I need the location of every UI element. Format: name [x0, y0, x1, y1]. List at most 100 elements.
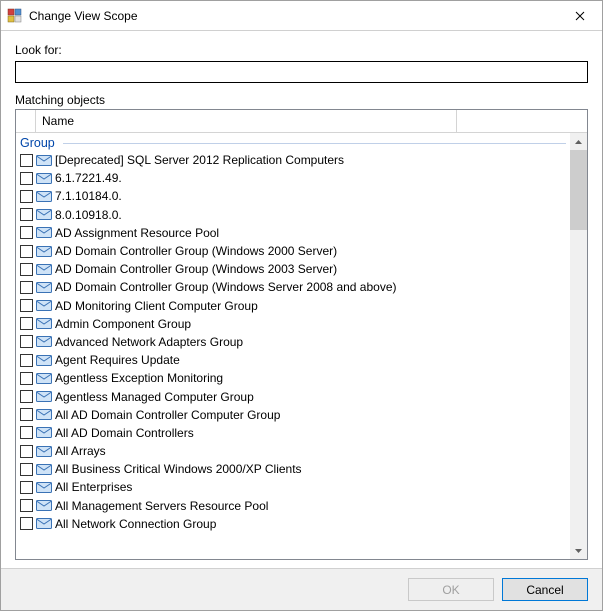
- row-name: 8.0.10918.0.: [55, 208, 122, 222]
- scroll-down-button[interactable]: [570, 542, 587, 559]
- row-name: Advanced Network Adapters Group: [55, 335, 243, 349]
- row-name: All Network Connection Group: [55, 517, 216, 531]
- row-checkbox[interactable]: [20, 281, 33, 294]
- group-icon: [36, 172, 52, 185]
- list-item[interactable]: AD Domain Controller Group (Windows 2000…: [19, 242, 570, 260]
- row-checkbox[interactable]: [20, 263, 33, 276]
- close-button[interactable]: [557, 1, 602, 30]
- row-checkbox[interactable]: [20, 208, 33, 221]
- row-checkbox[interactable]: [20, 517, 33, 530]
- group-icon: [36, 408, 52, 421]
- row-name: AD Domain Controller Group (Windows Serv…: [55, 280, 397, 294]
- window-title: Change View Scope: [29, 9, 557, 23]
- row-name: AD Domain Controller Group (Windows 2003…: [55, 262, 337, 276]
- row-checkbox[interactable]: [20, 335, 33, 348]
- list-item[interactable]: AD Assignment Resource Pool: [19, 224, 570, 242]
- group-icon: [36, 517, 52, 530]
- row-checkbox[interactable]: [20, 499, 33, 512]
- group-icon: [36, 317, 52, 330]
- group-icon: [36, 281, 52, 294]
- group-icon: [36, 154, 52, 167]
- scroll-track[interactable]: [570, 150, 587, 542]
- list-body[interactable]: Group [Deprecated] SQL Server 2012 Repli…: [16, 133, 570, 559]
- list-item[interactable]: All Network Connection Group: [19, 515, 570, 533]
- list-item[interactable]: Agent Requires Update: [19, 351, 570, 369]
- row-checkbox[interactable]: [20, 226, 33, 239]
- vertical-scrollbar[interactable]: [570, 133, 587, 559]
- row-checkbox[interactable]: [20, 390, 33, 403]
- row-checkbox[interactable]: [20, 317, 33, 330]
- row-checkbox[interactable]: [20, 154, 33, 167]
- list-item[interactable]: [Deprecated] SQL Server 2012 Replication…: [19, 151, 570, 169]
- scroll-up-button[interactable]: [570, 133, 587, 150]
- group-icon: [36, 263, 52, 276]
- row-name: All AD Domain Controller Computer Group: [55, 408, 280, 422]
- cancel-button[interactable]: Cancel: [502, 578, 588, 601]
- dialog-window: Change View Scope Look for: Matching obj…: [0, 0, 603, 611]
- look-for-input[interactable]: [15, 61, 588, 83]
- group-icon: [36, 335, 52, 348]
- list-item[interactable]: All Business Critical Windows 2000/XP Cl…: [19, 460, 570, 478]
- header-checkbox-col[interactable]: [16, 110, 36, 132]
- row-checkbox[interactable]: [20, 408, 33, 421]
- row-checkbox[interactable]: [20, 445, 33, 458]
- group-icon: [36, 445, 52, 458]
- list-item[interactable]: All AD Domain Controller Computer Group: [19, 406, 570, 424]
- row-checkbox[interactable]: [20, 372, 33, 385]
- row-name: AD Monitoring Client Computer Group: [55, 299, 258, 313]
- row-name: Agentless Managed Computer Group: [55, 390, 254, 404]
- list-item[interactable]: AD Monitoring Client Computer Group: [19, 297, 570, 315]
- group-icon: [36, 372, 52, 385]
- list-item[interactable]: Advanced Network Adapters Group: [19, 333, 570, 351]
- group-icon: [36, 190, 52, 203]
- group-icon: [36, 299, 52, 312]
- scroll-thumb[interactable]: [570, 150, 587, 230]
- group-icon: [36, 481, 52, 494]
- row-name: 7.1.10184.0.: [55, 189, 122, 203]
- group-icon: [36, 354, 52, 367]
- row-name: All Arrays: [55, 444, 106, 458]
- row-checkbox[interactable]: [20, 481, 33, 494]
- list-item[interactable]: Admin Component Group: [19, 315, 570, 333]
- matching-objects-label: Matching objects: [15, 93, 588, 107]
- group-header-line: [63, 143, 566, 144]
- matching-objects-list: Name Group [Deprecated] SQL Server 2012 …: [15, 109, 588, 560]
- group-icon: [36, 426, 52, 439]
- row-checkbox[interactable]: [20, 245, 33, 258]
- group-icon: [36, 390, 52, 403]
- row-name: AD Domain Controller Group (Windows 2000…: [55, 244, 337, 258]
- group-icon: [36, 499, 52, 512]
- list-item[interactable]: 8.0.10918.0.: [19, 206, 570, 224]
- group-icon: [36, 245, 52, 258]
- list-item[interactable]: 7.1.10184.0.: [19, 187, 570, 205]
- row-checkbox[interactable]: [20, 172, 33, 185]
- row-name: [Deprecated] SQL Server 2012 Replication…: [55, 153, 344, 167]
- row-checkbox[interactable]: [20, 354, 33, 367]
- list-item[interactable]: Agentless Exception Monitoring: [19, 369, 570, 387]
- list-item[interactable]: AD Domain Controller Group (Windows Serv…: [19, 278, 570, 296]
- row-name: All Management Servers Resource Pool: [55, 499, 268, 513]
- list-item[interactable]: 6.1.7221.49.: [19, 169, 570, 187]
- header-spacer-col: [457, 110, 587, 132]
- list-item[interactable]: All Arrays: [19, 442, 570, 460]
- list-item[interactable]: AD Domain Controller Group (Windows 2003…: [19, 260, 570, 278]
- list-item[interactable]: All Management Servers Resource Pool: [19, 497, 570, 515]
- row-checkbox[interactable]: [20, 426, 33, 439]
- group-icon: [36, 208, 52, 221]
- row-name: All Business Critical Windows 2000/XP Cl…: [55, 462, 302, 476]
- group-header[interactable]: Group: [19, 134, 570, 151]
- group-icon: [36, 226, 52, 239]
- row-checkbox[interactable]: [20, 190, 33, 203]
- header-name-col[interactable]: Name: [36, 110, 457, 132]
- row-checkbox[interactable]: [20, 299, 33, 312]
- ok-button: OK: [408, 578, 494, 601]
- group-header-label: Group: [20, 136, 55, 150]
- list-item[interactable]: All Enterprises: [19, 478, 570, 496]
- row-name: Agentless Exception Monitoring: [55, 371, 223, 385]
- row-checkbox[interactable]: [20, 463, 33, 476]
- row-name: Admin Component Group: [55, 317, 191, 331]
- list-item[interactable]: All AD Domain Controllers: [19, 424, 570, 442]
- list-item[interactable]: Agentless Managed Computer Group: [19, 387, 570, 405]
- content-area: Look for: Matching objects Name Group [D…: [1, 31, 602, 568]
- list-header: Name: [16, 110, 587, 133]
